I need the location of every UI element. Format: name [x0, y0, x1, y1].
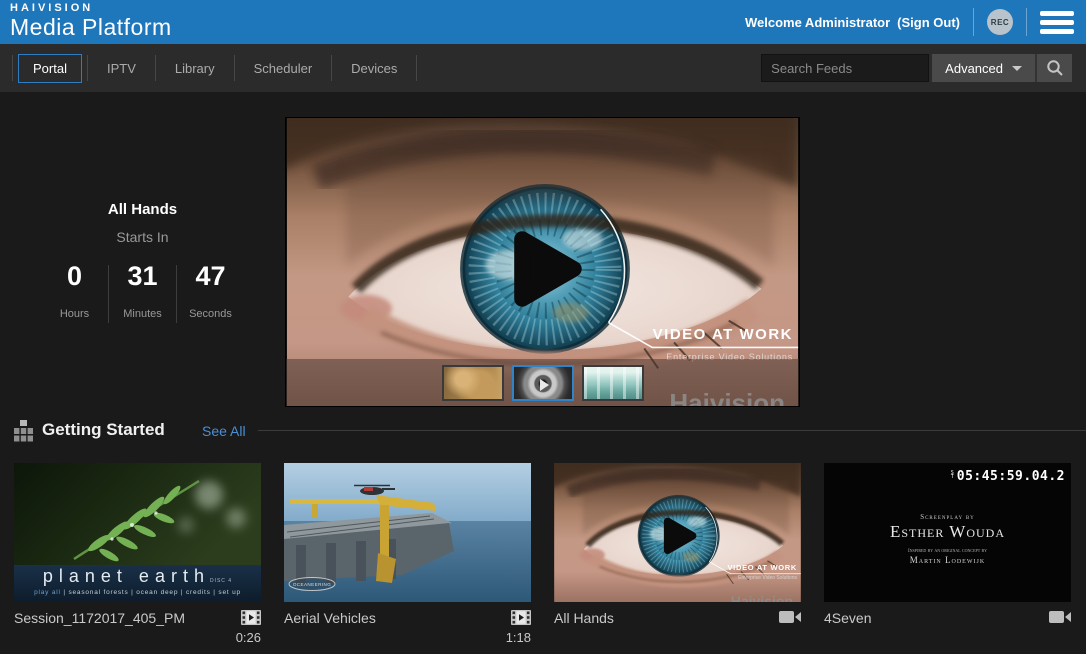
- advanced-label: Advanced: [945, 61, 1003, 76]
- tab-portal[interactable]: Portal: [18, 54, 82, 83]
- eye-video-poster-small: [554, 463, 801, 602]
- chevron-down-icon: [1012, 66, 1022, 71]
- countdown-event-title: All Hands: [0, 117, 285, 218]
- search-cluster: Advanced: [761, 54, 1072, 82]
- card-thumb-aerial-vehicles[interactable]: OCEANEERING: [284, 463, 531, 602]
- search-button[interactable]: [1035, 54, 1072, 82]
- strip-thumb-control-room[interactable]: [582, 365, 644, 401]
- countdown-subtitle: Starts In: [0, 229, 285, 245]
- header-divider: [973, 8, 974, 36]
- media-grid-icon: [14, 420, 33, 442]
- app-header: HAIVISION Media Platform Welcome Adminis…: [0, 0, 1086, 44]
- brand-product: Media Platform: [10, 14, 172, 41]
- brand-logo[interactable]: HAIVISION Media Platform: [10, 2, 172, 41]
- header-right-controls: Welcome Administrator (Sign Out) REC: [745, 0, 1074, 44]
- timecode: ST 05:45:59.04.2: [951, 469, 1065, 484]
- search-input[interactable]: [761, 54, 929, 82]
- card-thumb-planet-earth[interactable]: planet earthDISC 4 play all | seasonal f…: [14, 463, 261, 602]
- video-camera-icon: [779, 610, 801, 624]
- header-divider: [1026, 8, 1027, 36]
- strip-thumb-lion-cub[interactable]: [442, 365, 504, 401]
- countdown-units: 0 Hours 31 Minutes 47 Seconds: [0, 261, 285, 323]
- card-duration: 1:18: [284, 630, 531, 645]
- card-title[interactable]: Session_1172017_405_PM: [14, 610, 185, 626]
- card-title[interactable]: Aerial Vehicles: [284, 610, 376, 626]
- tab-scheduler[interactable]: Scheduler: [235, 55, 332, 82]
- video-camera-icon: [1049, 610, 1071, 624]
- strip-thumb-eye-closeup[interactable]: [512, 365, 574, 401]
- section-title: Getting Started: [42, 420, 165, 440]
- oceaneering-watermark: OCEANEERING: [293, 582, 331, 587]
- tab-iptv[interactable]: IPTV: [88, 55, 155, 82]
- card-title[interactable]: All Hands: [554, 610, 614, 626]
- planet-earth-art: [14, 463, 261, 565]
- countdown-hours: 0 Hours: [41, 261, 108, 320]
- play-triangle-icon: [540, 379, 549, 391]
- event-countdown: All Hands Starts In 0 Hours 31 Minutes 4…: [0, 117, 285, 323]
- player-thumbnail-strip: [286, 359, 799, 406]
- brand-name: HAIVISION: [10, 2, 172, 14]
- film-strip-icon: [241, 610, 261, 625]
- haivision-media-platform-app: HAIVISION Media Platform Welcome Adminis…: [0, 0, 1086, 654]
- see-all-link[interactable]: See All: [202, 423, 246, 439]
- advanced-search-button[interactable]: Advanced: [932, 54, 1035, 82]
- ocean-platform-art: OCEANEERING: [284, 463, 531, 602]
- video-card: planet earthDISC 4 play all | seasonal f…: [14, 463, 261, 645]
- card-thumb-4seven[interactable]: ST 05:45:59.04.2 Screenplay by Esther Wo…: [824, 463, 1071, 602]
- card-duration: [554, 630, 801, 645]
- hamburger-menu-icon[interactable]: [1040, 9, 1074, 36]
- video-card: OCEANEERING Aerial Vehicles 1:18: [284, 463, 531, 645]
- welcome-text: Welcome Administrator: [745, 15, 890, 30]
- planet-earth-menu-band: planet earthDISC 4 play all | seasonal f…: [14, 565, 261, 602]
- rec-badge[interactable]: REC: [987, 9, 1013, 35]
- main-nav: Portal IPTV Library Scheduler Devices Ad…: [0, 44, 1086, 92]
- video-card: VIDEO AT WORK Enterprise Video Solutions…: [554, 463, 801, 645]
- countdown-minutes: 31 Minutes: [109, 261, 176, 320]
- main-video-player[interactable]: VIDEO AT WORK Enterprise Video Solutions…: [285, 117, 800, 407]
- video-card: ST 05:45:59.04.2 Screenplay by Esther Wo…: [824, 463, 1071, 645]
- card-thumb-all-hands[interactable]: VIDEO AT WORK Enterprise Video Solutions…: [554, 463, 801, 602]
- tab-devices[interactable]: Devices: [332, 55, 416, 82]
- getting-started-cards: planet earthDISC 4 play all | seasonal f…: [14, 463, 1071, 645]
- section-divider: [258, 430, 1086, 431]
- card-title[interactable]: 4Seven: [824, 610, 871, 626]
- sign-out-link[interactable]: (Sign Out): [897, 15, 960, 30]
- card-duration: 0:26: [14, 630, 261, 645]
- tab-library[interactable]: Library: [156, 55, 234, 82]
- card-duration: [824, 630, 1071, 645]
- film-strip-icon: [511, 610, 531, 625]
- film-credits-text: Screenplay by Esther Wouda Inspired by a…: [824, 513, 1071, 565]
- magnifier-icon: [1046, 59, 1064, 77]
- getting-started-section-header: Getting Started See All: [0, 412, 1086, 448]
- user-session: Welcome Administrator (Sign Out): [745, 15, 960, 30]
- nav-tabs: Portal IPTV Library Scheduler Devices: [12, 44, 417, 92]
- countdown-seconds: 47 Seconds: [177, 261, 244, 320]
